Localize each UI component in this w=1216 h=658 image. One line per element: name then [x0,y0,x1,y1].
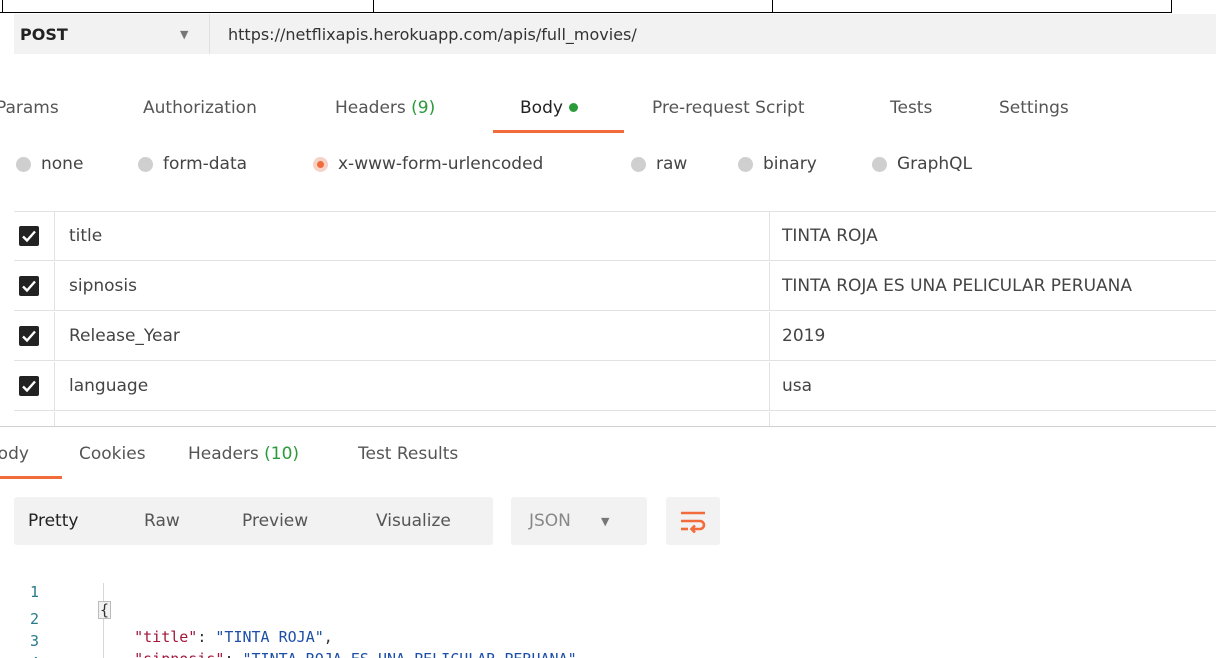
table-row: title TINTA ROJA [14,212,1216,261]
param-value[interactable]: TINTA ROJA ES UNA PELICULAR PERUANA [782,276,1132,296]
format-label: JSON [529,511,571,531]
tab-settings[interactable]: Settings [999,98,1069,118]
tab-cookies[interactable]: Cookies [79,444,146,464]
radio-dot [738,156,753,172]
row-checkbox[interactable] [14,373,42,401]
param-key[interactable]: Release_Year [69,326,180,346]
table-row: language usa [14,362,1216,411]
line-number: 4 [30,654,60,658]
param-value[interactable]: usa [782,376,812,396]
param-value[interactable]: TINTA ROJA [782,226,878,246]
tab-body[interactable]: Body [520,98,578,118]
request-tabs: Params Authorization Headers (9) Body Pr… [0,90,1216,134]
top-border-artifact [0,0,1216,14]
caret-down-icon: ▼ [601,515,610,528]
radio-dot-selected [313,156,328,172]
method-label: POST [20,24,68,44]
radio-graphql[interactable]: GraphQL [872,154,972,174]
row-checkbox[interactable] [14,323,42,351]
table-row: Release_Year 2019 [14,312,1216,361]
wrap-lines-icon [681,511,706,534]
view-preview[interactable]: Preview [242,511,308,531]
table-row-partial [14,412,1216,427]
code-line: 1 { [0,565,1216,619]
code-line: 4 "Release_Year": 2019, [0,636,1216,658]
param-key[interactable]: title [69,226,102,246]
tab-response-headers[interactable]: Headers (10) [188,444,299,464]
radio-dot [872,156,887,172]
radio-dot [16,156,31,172]
radio-raw[interactable]: raw [631,154,687,174]
code-line: 2 "title": "TINTA ROJA", [30,610,333,646]
checkmark-icon [19,276,39,296]
checkmark-icon [19,326,39,346]
row-checkbox[interactable] [14,273,42,301]
tab-params[interactable]: Params [0,98,59,118]
checkmark-icon [19,226,39,246]
radio-binary[interactable]: binary [738,154,817,174]
response-headers-count: (10) [264,444,300,464]
tab-test-results[interactable]: Test Results [358,444,458,464]
tab-tests[interactable]: Tests [890,98,932,118]
radio-dot [631,156,646,172]
code-line: 3 "sipnosis": "TINTA ROJA ES UNA PELICUL… [0,614,1216,658]
table-row: sipnosis TINTA ROJA ES UNA PELICULAR PER… [14,262,1216,311]
response-code[interactable]: 1 { 2 "title": "TINTA ROJA", 3 "sipnosis… [0,563,1216,658]
radio-form-data[interactable]: form-data [138,154,247,174]
format-select[interactable]: JSON ▼ [511,497,647,545]
radio-dot [138,156,153,172]
headers-count: (9) [411,98,436,118]
view-pretty[interactable]: Pretty [28,511,78,531]
row-checkbox[interactable] [14,223,42,251]
body-active-dot [568,103,578,112]
active-tab-underline [493,130,624,133]
tab-response-body[interactable]: Body [0,444,29,464]
params-table: title TINTA ROJA sipnosis TINTA ROJA ES … [14,211,1216,427]
caret-down-icon: ▼ [180,28,189,41]
response-tabs: Body Cookies Headers (10) Test Results [0,440,1216,480]
url-input[interactable]: https://netflixapis.herokuapp.com/apis/f… [210,25,637,44]
method-select[interactable]: POST ▼ [14,14,210,54]
checkmark-icon [19,376,39,396]
view-visualize[interactable]: Visualize [376,511,451,531]
url-bar: POST ▼ https://netflixapis.herokuapp.com… [14,14,1216,54]
response-toolbar: Pretty Raw Preview Visualize JSON ▼ [14,497,720,545]
radio-x-www-form-urlencoded[interactable]: x-www-form-urlencoded [313,154,543,174]
response-divider [0,426,1216,427]
param-key[interactable]: sipnosis [69,276,137,296]
wrap-lines-button[interactable] [666,497,720,545]
body-type-radios: none form-data x-www-form-urlencoded raw… [0,154,1216,182]
param-value[interactable]: 2019 [782,326,825,346]
active-response-tab-underline [0,476,62,479]
view-mode-group: Pretty Raw Preview Visualize [14,497,493,545]
radio-none[interactable]: none [16,154,83,174]
param-key[interactable]: language [69,376,148,396]
tab-authorization[interactable]: Authorization [143,98,257,118]
view-raw[interactable]: Raw [144,511,180,531]
tab-headers[interactable]: Headers (9) [335,98,435,118]
tab-pre-request-script[interactable]: Pre-request Script [652,98,805,118]
